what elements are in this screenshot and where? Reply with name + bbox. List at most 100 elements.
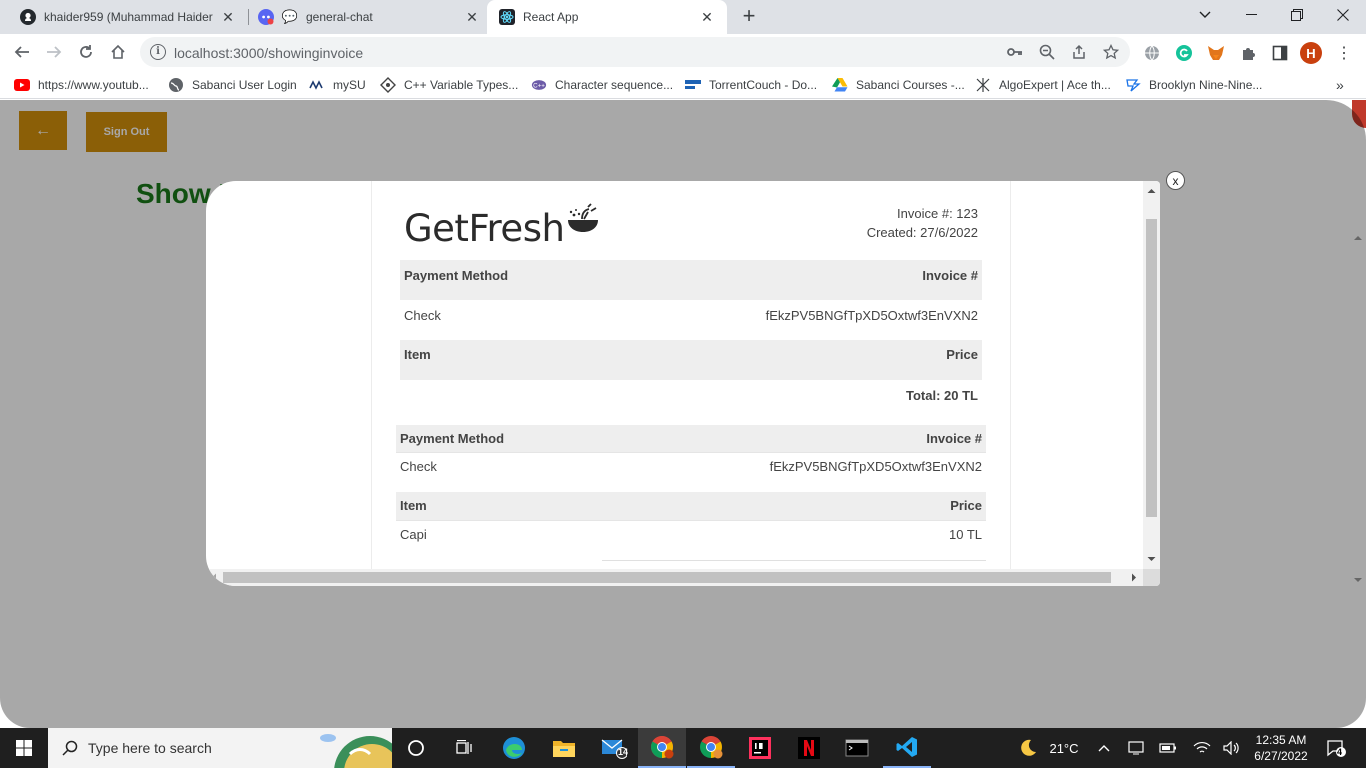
tab-strip: khaider959 (Muhammad Haider ✕ 💬 general-… [0, 0, 1366, 34]
tab-react-app[interactable]: React App ✕ [487, 0, 727, 34]
tab-discord[interactable]: 💬 general-chat ✕ [250, 0, 488, 34]
show-hidden-icons-chevron-icon[interactable] [1094, 728, 1114, 768]
task-view-icon[interactable] [440, 728, 488, 768]
display-icon[interactable] [1126, 728, 1146, 768]
windows-taskbar: Type here to search 14 21°C 12:35 AM 6/2… [0, 728, 1366, 771]
item-heading: Item [404, 347, 431, 362]
intellij-icon[interactable] [736, 728, 784, 768]
notification-count: 4 [1337, 747, 1343, 757]
cortana-icon[interactable] [392, 728, 440, 768]
modal-vertical-scrollbar[interactable] [1143, 181, 1160, 569]
bookmark-torrentcouch[interactable]: TorrentCouch - Do... [685, 76, 817, 94]
payment-header-row: Payment Method Invoice # [400, 260, 982, 300]
terminal-icon[interactable] [833, 728, 881, 768]
key-icon[interactable] [1006, 43, 1024, 61]
price-heading: Price [946, 347, 978, 362]
svg-text:C++: C++ [533, 83, 545, 90]
chrome-profile-m-icon[interactable] [687, 728, 735, 768]
modal-horizontal-scrollbar[interactable] [206, 569, 1143, 586]
wifi-icon[interactable] [1192, 728, 1212, 768]
invoice-id-value: fEkzPV5BNGfTpXD5Oxtwf3EnVXN2 [765, 308, 978, 323]
weather-temperature[interactable]: 21°C [1044, 728, 1084, 768]
grammarly-icon[interactable] [1174, 43, 1194, 63]
extensions-puzzle-icon[interactable] [1238, 43, 1258, 63]
windows-start-icon[interactable] [0, 728, 48, 768]
bookmark-star-icon[interactable] [1102, 43, 1120, 61]
globe-extension-icon[interactable] [1142, 43, 1162, 63]
total-row: Total: 20 TL [400, 388, 982, 408]
divider [602, 560, 986, 561]
taskbar-search[interactable]: Type here to search [48, 728, 406, 771]
volume-icon[interactable] [1222, 728, 1242, 768]
chat-icon: 💬 [281, 9, 299, 24]
bookmark-label: Sabanci User Login [192, 78, 297, 92]
item-price: 10 TL [948, 527, 982, 542]
item-header-row: Item Price [396, 492, 986, 520]
invoice-id-heading: Invoice # [922, 268, 978, 283]
back-arrow-icon[interactable] [10, 40, 34, 64]
tab-github[interactable]: khaider959 (Muhammad Haider ✕ [8, 0, 248, 34]
bookmark-youtube[interactable]: https://www.youtub... [14, 76, 149, 94]
brand-name: GetFresh [404, 207, 565, 250]
side-panel-icon[interactable] [1270, 43, 1290, 63]
zoom-icon[interactable] [1038, 43, 1056, 61]
invoice-document: GetFresh Invoice #: 123 Created: 27/6/20… [371, 181, 1011, 569]
close-tab-icon[interactable]: ✕ [464, 9, 480, 25]
site-info-icon[interactable]: i [150, 44, 166, 60]
new-tab-button[interactable]: + [738, 5, 760, 27]
flixtor-icon [1125, 77, 1141, 93]
mail-icon[interactable]: 14 [590, 728, 638, 768]
bookmark-character-sequence[interactable]: C++ Character sequence... [531, 76, 673, 94]
bookmark-sabanci-login[interactable]: Sabanci User Login [168, 76, 297, 94]
tab-title: general-chat [306, 10, 373, 24]
more-bookmarks-chevron-icon[interactable]: » [1336, 76, 1344, 94]
bookmark-sabanci-courses[interactable]: Sabanci Courses -... [832, 76, 965, 94]
vscode-icon[interactable] [883, 728, 931, 768]
chrome-menu-icon[interactable]: ⋮ [1334, 43, 1354, 63]
payment-method-heading: Payment Method [400, 431, 505, 446]
netflix-icon[interactable] [785, 728, 833, 768]
tab-search-chevron-icon[interactable] [1182, 0, 1228, 30]
payment-header-row: Payment Method Invoice # [396, 425, 986, 452]
metamask-fox-icon[interactable] [1206, 43, 1226, 63]
bookmark-mysu[interactable]: mySU [309, 76, 366, 94]
invoice-total: Total: 20 TL [906, 388, 978, 403]
minimize-button[interactable] [1228, 0, 1274, 30]
item-row: Capi 10 TL [396, 520, 986, 560]
system-clock[interactable]: 12:35 AM 6/27/2022 [1248, 728, 1314, 768]
bookmark-cpp-types[interactable]: C++ Variable Types... [380, 76, 518, 94]
share-icon[interactable] [1070, 43, 1088, 61]
weather-moon-icon[interactable] [1016, 728, 1040, 768]
home-icon[interactable] [106, 40, 130, 64]
notification-center-icon[interactable]: 4 [1322, 728, 1350, 768]
tutorialspoint-icon [380, 77, 396, 93]
restore-button[interactable] [1274, 0, 1320, 30]
close-modal-button[interactable]: x [1166, 171, 1185, 190]
mysu-icon [309, 77, 325, 93]
chrome-profile-h-icon[interactable] [638, 728, 686, 768]
item-header-row: Item Price [400, 340, 982, 380]
bookmark-label: AlgoExpert | Ace th... [999, 78, 1111, 92]
edge-icon[interactable] [490, 728, 538, 768]
close-tab-icon[interactable]: ✕ [220, 9, 236, 25]
close-tab-icon[interactable]: ✕ [699, 9, 715, 25]
tab-title: khaider959 (Muhammad Haider [44, 10, 213, 24]
algoexpert-icon [975, 77, 991, 93]
payment-method-value: Check [404, 308, 441, 323]
profile-avatar[interactable]: H [1300, 42, 1322, 64]
address-bar[interactable]: i localhost:3000/showinginvoice [140, 37, 1130, 67]
bookmark-brooklyn[interactable]: Brooklyn Nine-Nine... [1125, 76, 1262, 94]
forward-arrow-icon[interactable] [42, 40, 66, 64]
tab-separator [248, 9, 249, 25]
item-heading: Item [400, 498, 427, 513]
page-scrollbar[interactable] [1350, 230, 1366, 590]
payment-method-heading: Payment Method [404, 268, 509, 283]
bookmark-algoexpert[interactable]: AlgoExpert | Ace th... [975, 76, 1111, 94]
invoice-modal: GetFresh Invoice #: 123 Created: 27/6/20… [206, 181, 1160, 586]
battery-icon[interactable] [1158, 728, 1178, 768]
url-text[interactable]: localhost:3000/showinginvoice [174, 45, 363, 61]
file-explorer-icon[interactable] [540, 728, 588, 768]
close-window-button[interactable] [1320, 0, 1366, 30]
payment-detail-row: Check fEkzPV5BNGfTpXD5Oxtwf3EnVXN2 [400, 308, 982, 338]
reload-icon[interactable] [74, 40, 98, 64]
